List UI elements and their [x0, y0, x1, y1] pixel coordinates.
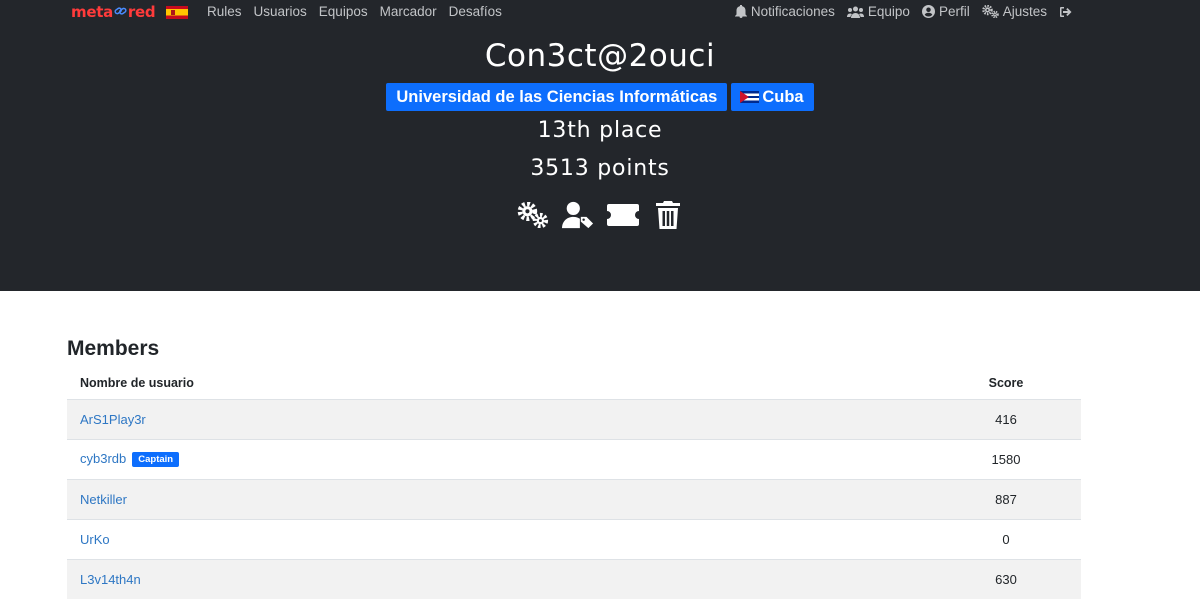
team-invite-button[interactable]	[606, 200, 639, 230]
member-link[interactable]: cyb3rdb	[80, 451, 126, 466]
column-username: Nombre de usuario	[67, 368, 931, 400]
team-name: Con3ct@2ouci	[484, 38, 716, 74]
team-delete-button[interactable]	[652, 200, 684, 230]
table-row: UrKo 0	[67, 518, 1081, 559]
column-score: Score	[931, 368, 1081, 400]
users-icon	[846, 6, 864, 18]
nav-equipos[interactable]: Equipos	[319, 4, 368, 19]
members-table: Nombre de usuario Score ArS1Play3r 416 c…	[67, 368, 1081, 599]
trash-icon	[655, 201, 680, 229]
member-name-cell: ArS1Play3r	[67, 398, 931, 439]
user-tag-icon	[561, 201, 593, 229]
brand-part-1: meta	[71, 3, 113, 21]
captain-badge: Captain	[132, 452, 180, 467]
team-points: 3513 points	[530, 156, 670, 181]
team-settings-button[interactable]	[517, 200, 549, 230]
member-score: 0	[931, 518, 1081, 559]
user-circle-icon	[921, 5, 935, 18]
member-name-cell: Netkiller	[67, 478, 931, 519]
nav-settings[interactable]: Ajustes	[981, 4, 1047, 19]
member-score: 887	[931, 478, 1081, 519]
team-actions	[0, 200, 1200, 230]
table-row: Netkiller 887	[67, 478, 1081, 519]
nav-team[interactable]: Equipo	[846, 4, 910, 19]
nav-team-label: Equipo	[867, 4, 910, 19]
nav-profile-label: Perfil	[938, 4, 970, 19]
logout-button[interactable]	[1059, 6, 1073, 18]
spain-flag-icon[interactable]	[166, 6, 188, 19]
brand-logo[interactable]: meta red	[71, 3, 156, 21]
nav-usuarios[interactable]: Usuarios	[254, 4, 307, 19]
nav-user-menu: Notificaciones Equipo Perfil Ajustes	[734, 4, 1073, 19]
member-link[interactable]: UrKo	[80, 532, 110, 547]
member-score: 630	[931, 558, 1081, 599]
affiliation-badge: Universidad de las Ciencias Informáticas	[386, 83, 728, 111]
table-row: cyb3rdb Captain 1580	[67, 438, 1081, 479]
navbar: meta red Rules Usuarios Equipos Marcador…	[0, 0, 1200, 24]
cuba-flag-icon	[740, 91, 760, 103]
member-score: 1580	[931, 438, 1081, 479]
nav-rules[interactable]: Rules	[207, 4, 242, 19]
team-place: 13th place	[537, 118, 663, 143]
nav-settings-label: Ajustes	[1002, 4, 1047, 19]
team-badges: Universidad de las Ciencias Informáticas…	[0, 83, 1200, 111]
table-row: L3v14th4n 630	[67, 558, 1081, 599]
nav-notifications[interactable]: Notificaciones	[734, 4, 835, 19]
brand-part-2: red	[127, 3, 156, 21]
member-name-cell: cyb3rdb Captain	[67, 438, 931, 479]
country-badge: Cuba	[731, 83, 814, 111]
member-link[interactable]: ArS1Play3r	[80, 412, 146, 427]
nav-links: Rules Usuarios Equipos Marcador Desafíos	[207, 4, 502, 19]
nav-desafios[interactable]: Desafíos	[449, 4, 502, 19]
settings-icon	[517, 202, 548, 228]
member-score: 416	[931, 398, 1081, 439]
team-captain-button[interactable]	[561, 200, 594, 230]
gears-icon	[981, 5, 999, 18]
team-header: meta red Rules Usuarios Equipos Marcador…	[0, 0, 1200, 291]
nav-notifications-label: Notificaciones	[750, 4, 835, 19]
sign-out-icon	[1060, 6, 1072, 17]
table-header-row: Nombre de usuario Score	[67, 368, 1081, 400]
member-name-cell: UrKo	[67, 518, 931, 559]
country-label: Cuba	[762, 88, 804, 106]
members-heading: Members	[67, 337, 160, 360]
member-name-cell: L3v14th4n	[67, 558, 931, 599]
nav-profile[interactable]: Perfil	[921, 4, 970, 19]
table-row: ArS1Play3r 416	[67, 398, 1081, 439]
member-link[interactable]: L3v14th4n	[80, 572, 141, 587]
bell-icon	[734, 5, 747, 18]
ticket-icon	[606, 204, 639, 226]
link-icon	[114, 5, 127, 19]
member-link[interactable]: Netkiller	[80, 492, 127, 507]
nav-marcador[interactable]: Marcador	[380, 4, 437, 19]
